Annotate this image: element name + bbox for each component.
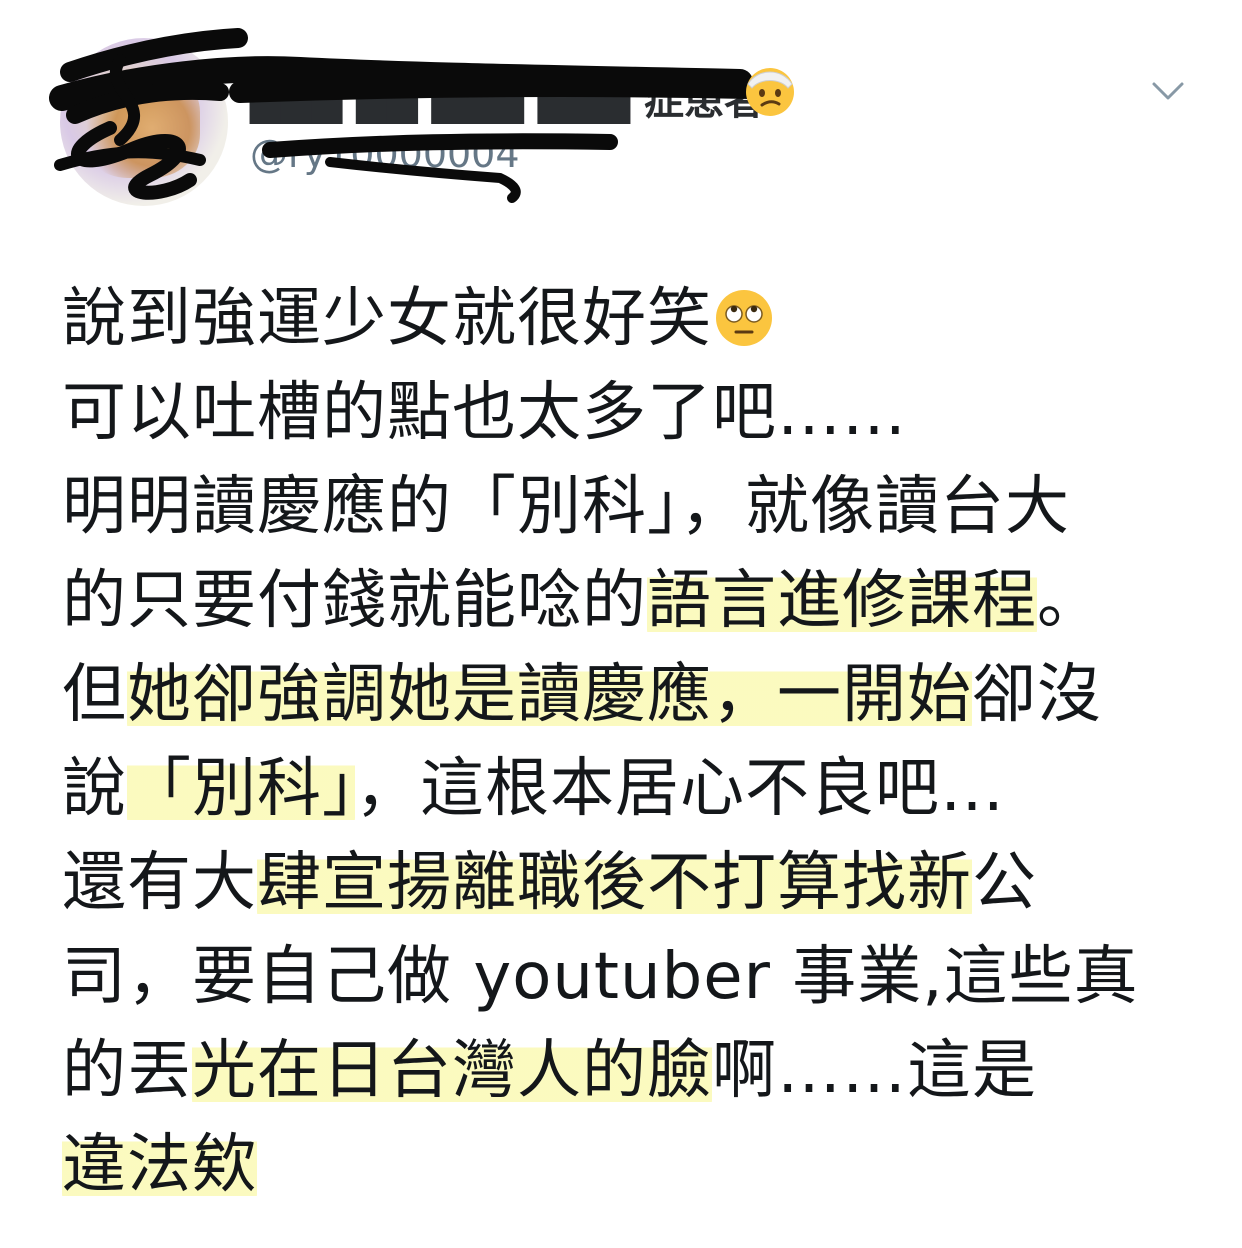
text-segment: ，這根本居心不良吧… bbox=[355, 752, 1005, 826]
text-segment: 可以吐槽的點也太多了吧…… bbox=[62, 376, 907, 450]
text-segment: 。 bbox=[1037, 564, 1102, 638]
highlighted-text: 她卻強調她是讀慶應，一開始 bbox=[127, 658, 972, 732]
highlighted-text: 語言進修課程 bbox=[647, 564, 1037, 638]
tweet-line: 違法欸 bbox=[62, 1118, 1202, 1212]
tweet-line: 可以吐槽的點也太多了吧…… bbox=[62, 366, 1202, 460]
redaction-scribble bbox=[49, 28, 761, 203]
text-segment: 還有大 bbox=[62, 846, 257, 920]
tweet-header: ███ ██ ███ ███ 症患者 @ry10000004 bbox=[0, 0, 1242, 220]
tweet-line: 的丟光在日台灣人的臉啊……這是 bbox=[62, 1024, 1202, 1118]
text-segment: 說到強運少女就很好笑 bbox=[62, 282, 712, 356]
highlighted-text: 「別科」 bbox=[127, 752, 355, 826]
tweet-line: 說「別科」，這根本居心不良吧… bbox=[62, 742, 1202, 836]
text-segment: 明明讀慶應的「別科」，就像讀台大 bbox=[62, 470, 1070, 544]
text-segment: 說 bbox=[62, 752, 127, 826]
text-segment: 的丟 bbox=[62, 1034, 192, 1108]
text-segment: 卻沒 bbox=[972, 658, 1102, 732]
highlighted-text: 違法欸 bbox=[62, 1128, 257, 1202]
tweet-line: 但她卻強調她是讀慶應，一開始卻沒 bbox=[62, 648, 1202, 742]
text-segment: 啊……這是 bbox=[712, 1034, 1037, 1108]
chevron-down-icon[interactable] bbox=[1148, 70, 1188, 110]
tweet-text: 說到強運少女就很好笑 可以吐槽的點也太多了吧…… 明明讀慶應的「別科」，就像讀台大的… bbox=[62, 272, 1202, 1212]
text-segment: 的只要付錢就能唸的 bbox=[62, 564, 647, 638]
tweet-line: 還有大肆宣揚離職後不打算找新公 bbox=[62, 836, 1202, 930]
tweet-line: 明明讀慶應的「別科」，就像讀台大 bbox=[62, 460, 1202, 554]
highlighted-text: 肆宣揚離職後不打算找新 bbox=[257, 846, 972, 920]
rolling-eyes-face-icon bbox=[716, 290, 772, 346]
text-segment: 公 bbox=[972, 846, 1037, 920]
tweet-line: 司，要自己做 youtuber 事業,這些真 bbox=[62, 930, 1202, 1024]
tweet-line: 的只要付錢就能唸的語言進修課程。 bbox=[62, 554, 1202, 648]
text-segment: 但 bbox=[62, 658, 127, 732]
head-bandage-face-icon bbox=[746, 68, 794, 116]
text-segment: 司，要自己做 youtuber 事業,這些真 bbox=[62, 940, 1139, 1014]
highlighted-text: 光在日台灣人的臉 bbox=[192, 1034, 712, 1108]
tweet-line: 說到強運少女就很好笑 bbox=[62, 272, 1202, 366]
